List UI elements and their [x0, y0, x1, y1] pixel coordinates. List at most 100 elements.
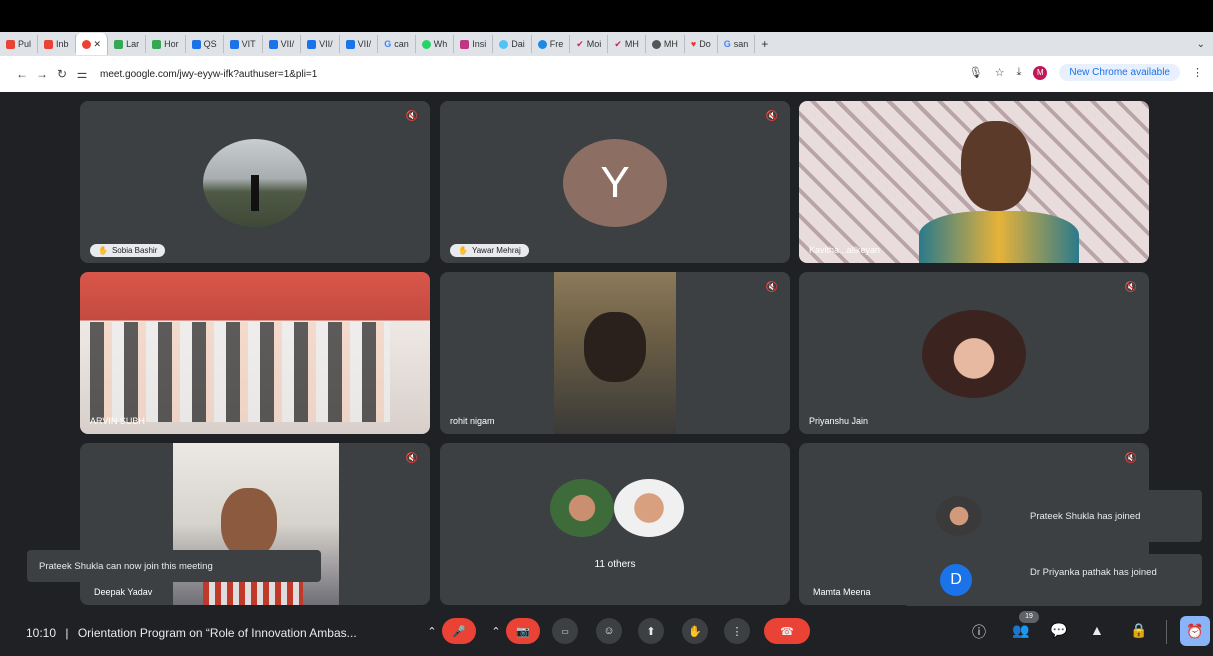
camera-toggle-button[interactable]: 📷 [506, 618, 540, 644]
leave-call-button[interactable]: ☎ [764, 618, 810, 644]
more-menu-icon[interactable]: ⋮ [1192, 66, 1203, 79]
audio-options-chevron-icon[interactable]: ⌃ [424, 618, 440, 644]
host-controls-lock-icon[interactable]: 🔒 [1130, 622, 1147, 639]
person-silhouette [251, 175, 259, 211]
tab-forms-3[interactable]: VII/ [263, 35, 302, 53]
google-icon: G [384, 39, 392, 49]
tab-do[interactable]: ♥ Do [685, 35, 718, 53]
new-chrome-available-button[interactable]: New Chrome available [1059, 64, 1180, 81]
tab-google-san[interactable]: Gsan [718, 35, 756, 53]
new-tab-button[interactable]: + [755, 35, 774, 53]
profile-avatar[interactable]: M [1033, 65, 1048, 80]
mic-off-icon: 🔇 [765, 111, 778, 122]
tab-whatsapp[interactable]: Wh [416, 35, 455, 53]
avatar: Y [563, 139, 667, 227]
activities-icon[interactable]: ▲ [1090, 622, 1104, 638]
docs-icon [191, 39, 201, 49]
avatar: D [940, 564, 972, 596]
meeting-info: 10:10 | Orientation Program on “Role of … [26, 626, 357, 640]
mic-off-icon: 🔇 [405, 453, 418, 464]
download-icon[interactable]: ⤓ [1017, 66, 1022, 79]
reactions-button[interactable]: ☺ [596, 618, 622, 644]
gmail-icon [6, 39, 15, 49]
meeting-time: 10:10 [26, 626, 57, 640]
mic-toggle-button[interactable]: 🎤 [442, 618, 476, 644]
head [221, 488, 277, 558]
globe-icon [651, 39, 661, 49]
participant-name: Priyanshu Jain [809, 416, 869, 426]
host-timer-button[interactable]: ⏰ [1180, 616, 1210, 646]
people-icon[interactable]: 👥 [1012, 622, 1029, 639]
mic-off-icon: 🔇 [765, 282, 778, 293]
video-options-chevron-icon[interactable]: ⌃ [488, 618, 504, 644]
tab-mh-1[interactable]: ✔ MH [608, 35, 646, 53]
separator: | [65, 626, 69, 640]
tab-dai[interactable]: Dai [493, 35, 532, 53]
tab-gmail-2[interactable]: Inb [38, 35, 76, 53]
more-vert-icon: ⋮ [731, 625, 743, 638]
tab-fre[interactable]: Fre [532, 35, 571, 53]
tick-icon: ✔ [614, 38, 622, 49]
meeting-details-icon[interactable]: ⓘ [972, 622, 986, 642]
toast-priyanka-joined: D Dr Priyanka pathak has joined [904, 554, 1202, 606]
tab-forms-1[interactable]: QS [186, 35, 224, 53]
docs-icon [268, 39, 278, 49]
mic-off-icon: 🔇 [1124, 453, 1137, 464]
screen-top-black-bar [0, 0, 1213, 32]
url-field[interactable]: meet.google.com/jwy-eyyw-ifk?authuser=1&… [100, 69, 317, 80]
chat-icon[interactable]: 💬 [1050, 622, 1067, 639]
toast-text: Prateek Shukla can now join this meeting [39, 560, 213, 572]
head [584, 312, 646, 382]
avatar [203, 139, 307, 227]
avatar [614, 479, 684, 537]
tab-gmail-1[interactable]: Pul [0, 35, 39, 53]
tile-arvin-subh[interactable]: ARVIN SUBH [80, 272, 430, 434]
tab-mh-2[interactable]: MH [646, 35, 685, 53]
tab-moi[interactable]: ✔ Moi [570, 35, 609, 53]
more-options-button[interactable]: ⋮ [724, 618, 750, 644]
reload-icon[interactable]: ↻ [52, 67, 72, 81]
tick-icon: ✔ [576, 38, 584, 49]
docs-icon [307, 39, 317, 49]
tab-forms-4[interactable]: VII/ [301, 35, 340, 53]
tile-yawar-mehraj[interactable]: 🔇 Y ✋ Yawar Mehraj [440, 101, 790, 263]
tab-forms-2[interactable]: VIT [224, 35, 263, 53]
tab-drive-1[interactable]: Lar [108, 35, 147, 53]
captions-button[interactable]: ▭ [552, 618, 578, 644]
tab-google-search[interactable]: Gcan [378, 35, 416, 53]
forward-arrow-icon[interactable]: → [32, 67, 52, 81]
microphone-icon[interactable]: 🎙 [969, 66, 983, 79]
mic-off-icon: 🎤 [452, 625, 466, 638]
globe-icon [537, 39, 547, 49]
name-pill: ✋ Sobia Bashir [90, 244, 166, 257]
docs-icon [229, 39, 239, 49]
toast-text: Dr Priyanka pathak has joined [1030, 567, 1157, 578]
tile-priyanshu-jain[interactable]: 🔇 Priyanshu Jain [799, 272, 1149, 434]
mic-off-icon: 🔇 [1124, 282, 1137, 293]
raise-hand-button[interactable]: ✋ [682, 618, 708, 644]
drive-icon [152, 39, 162, 49]
instagram-icon [460, 39, 470, 49]
tile-others[interactable]: 11 others [440, 443, 790, 605]
tile-sobia-bashir[interactable]: 🔇 ✋ Sobia Bashir [80, 101, 430, 263]
present-button[interactable]: ⬆ [638, 618, 664, 644]
tab-instagram[interactable]: Insi [454, 35, 494, 53]
tab-meet-active[interactable]: ✕ [75, 33, 109, 55]
site-settings-icon[interactable]: ⚌ [72, 67, 92, 81]
tab-forms-5[interactable]: VII/ [340, 35, 379, 53]
participant-name: Deepak Yadav [94, 587, 153, 597]
tile-kavitha[interactable]: Kavitha...aIlkeyan [799, 101, 1149, 263]
tile-rohit-nigam[interactable]: 🔇 rohit nigam [440, 272, 790, 434]
tab-drive-2[interactable]: Hor [146, 35, 186, 53]
head [961, 121, 1031, 211]
participant-name: Kavitha...aIlkeyan [809, 245, 881, 255]
participant-name: ARVIN SUBH [90, 416, 145, 426]
bookmark-star-icon[interactable]: ☆ [995, 66, 1005, 79]
tab-search-chevron-icon[interactable]: ⌄ [1197, 39, 1205, 50]
mic-off-icon: 🔇 [405, 111, 418, 122]
participant-name: Mamta Meena [813, 587, 871, 597]
back-arrow-icon[interactable]: ← [12, 67, 32, 81]
docs-icon [345, 39, 355, 49]
close-tab-icon[interactable]: ✕ [94, 39, 102, 50]
hand-raise-icon: ✋ [458, 246, 468, 255]
